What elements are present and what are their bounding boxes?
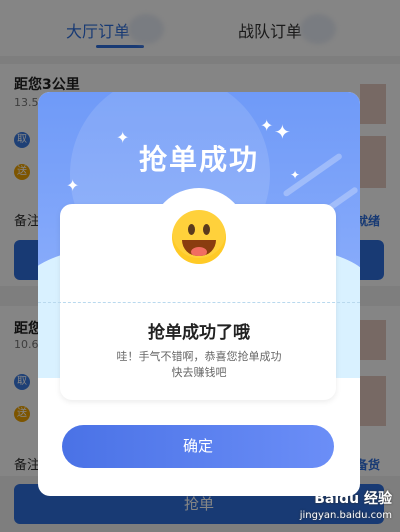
- smiley-mouth: [182, 240, 216, 256]
- smiley-eye: [188, 224, 195, 235]
- success-modal: ✦ ✦ ✦ ✦ ✦ 抢单成功 抢单成功了哦 哇！手气不错啊，恭喜您抢单成功 快去…: [38, 92, 360, 496]
- modal-title: 抢单成功: [138, 143, 259, 176]
- watermark-url: jingyan.baidu.com: [299, 510, 392, 521]
- dashed-divider: [38, 302, 360, 303]
- success-headline: 抢单成功了哦: [148, 323, 250, 343]
- sparkle-icon: ✦: [66, 176, 80, 195]
- sparkle-icon: ✦: [260, 116, 274, 135]
- smiley-tongue: [191, 247, 207, 256]
- smiley-face-icon: [172, 210, 226, 264]
- success-desc-line2: 快去赚钱吧: [171, 366, 227, 379]
- success-desc-line1: 哇！手气不错啊，恭喜您抢单成功: [116, 350, 282, 363]
- smiley-eye: [203, 224, 210, 235]
- confirm-button[interactable]: 确定: [62, 425, 334, 468]
